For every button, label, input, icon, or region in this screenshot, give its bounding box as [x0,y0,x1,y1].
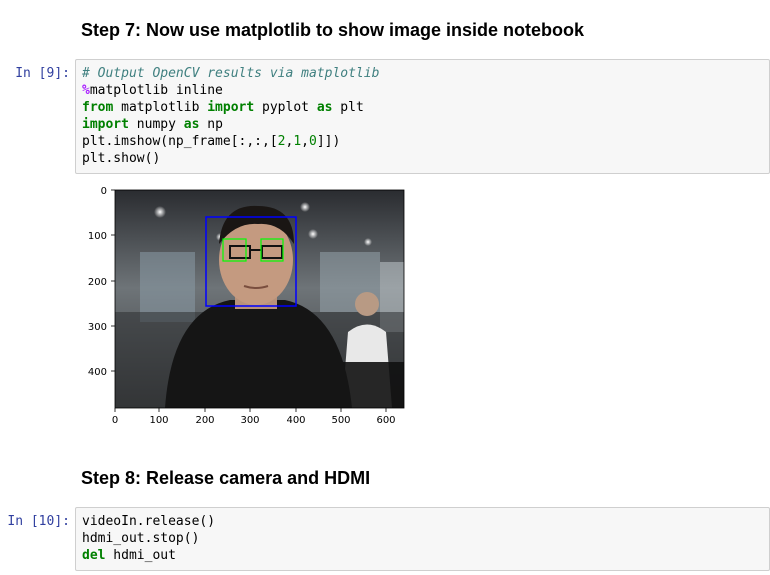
code-text: numpy [128,117,184,132]
x-tick-label: 500 [331,415,350,426]
code-line: import numpy as np [82,116,763,133]
step7-heading: Step 7: Now use matplotlib to show image… [81,20,585,40]
cell-prompt: In [10]: [7,514,70,529]
code-number: 2 [277,134,286,149]
code-keyword: as [316,100,333,115]
code-number: 0 [308,134,317,149]
y-tick-label: 0 [101,186,107,197]
image-output-plot: 0 100 200 300 400 500 600 0 100 200 300 … [88,186,405,426]
y-tick-label: 300 [88,322,107,333]
cell-prompt: In [9]: [15,66,70,81]
code-line: del hdmi_out [82,547,763,564]
code-line: videoIn.release() [82,513,763,530]
step8-heading: Step 8: Release camera and HDMI [81,468,371,488]
x-tick-label: 100 [149,415,168,426]
code-text: pyplot [254,100,317,115]
code-line: # Output OpenCV results via matplotlib [82,65,763,82]
code-cell-input[interactable]: # Output OpenCV results via matplotlib %m… [75,59,770,174]
code-keyword: as [183,117,200,132]
x-tick-label: 200 [195,415,214,426]
code-line: %matplotlib inline [82,82,763,99]
code-comment: # Output OpenCV results via matplotlib [82,66,380,81]
code-text: plt [332,100,364,115]
x-tick-label: 400 [286,415,305,426]
camera-frame-image [115,190,404,408]
code-keyword: del [82,548,106,563]
code-line: hdmi_out.stop() [82,530,763,547]
code-text: , [301,134,309,149]
code-text: matplotlib [113,100,208,115]
y-tick-label: 100 [88,231,107,242]
code-line: plt.show() [82,150,763,167]
code-text: matplotlib inline [89,83,223,98]
code-line: from matplotlib import pyplot as plt [82,99,763,116]
code-keyword: from [82,100,114,115]
code-text: hdmi_out [105,548,176,563]
x-tick-label: 600 [376,415,395,426]
y-tick-label: 400 [88,367,107,378]
code-keyword: import [207,100,255,115]
y-tick-label: 200 [88,277,107,288]
code-text: videoIn.release() [82,514,216,529]
x-axis: 0 100 200 300 400 500 600 [112,408,396,426]
code-keyword: import [82,117,129,132]
x-tick-label: 300 [240,415,259,426]
code-line: plt.imshow(np_frame[:,:,[2,1,0]]) [82,133,763,150]
code-text: ]]) [316,134,341,149]
code-magic: % [82,83,90,98]
code-text: hdmi_out.stop() [82,531,200,546]
code-text: plt.imshow(np_frame[:,:,[ [82,134,278,149]
code-number: 1 [293,134,302,149]
y-axis: 0 100 200 300 400 [88,186,115,378]
code-text: np [199,117,223,132]
x-tick-label: 0 [112,415,118,426]
code-cell-input[interactable]: videoIn.release() hdmi_out.stop() del hdmi… [75,507,770,571]
code-text: plt.show() [82,151,161,166]
